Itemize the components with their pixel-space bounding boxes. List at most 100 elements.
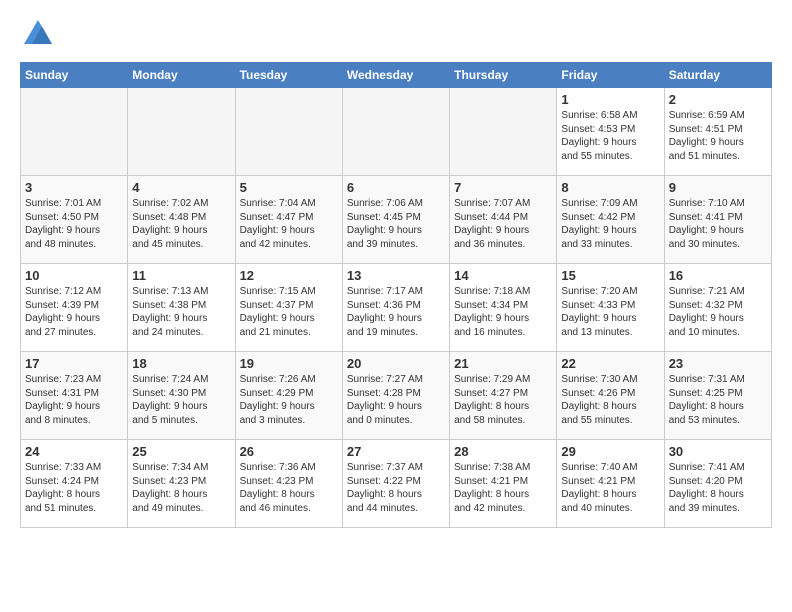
day-number: 17	[25, 356, 123, 371]
day-info: Sunrise: 7:10 AM Sunset: 4:41 PM Dayligh…	[669, 197, 767, 251]
day-cell: 22 Sunrise: 7:30 AM Sunset: 4:26 PM Dayli…	[557, 352, 664, 440]
day-cell: 28 Sunrise: 7:38 AM Sunset: 4:21 PM Dayli…	[450, 440, 557, 528]
day-number: 18	[132, 356, 230, 371]
weekday-sunday: Sunday	[21, 63, 128, 88]
day-cell: 19Sunrise: 7:26 AM Sunset: 4:29 PM Dayli…	[235, 352, 342, 440]
page: SundayMondayTuesdayWednesdayThursdayFrid…	[0, 0, 792, 538]
day-info: Sunrise: 7:13 AM Sunset: 4:38 PM Dayligh…	[132, 285, 230, 339]
day-cell: 3 Sunrise: 7:01 AM Sunset: 4:50 PM Daylig…	[21, 176, 128, 264]
header	[20, 16, 772, 52]
day-cell	[342, 88, 449, 176]
day-cell: 5 Sunrise: 7:04 AM Sunset: 4:47 PM Daylig…	[235, 176, 342, 264]
day-number: 13	[347, 268, 445, 283]
day-cell: 18 Sunrise: 7:24 AM Sunset: 4:30 PM Dayli…	[128, 352, 235, 440]
day-cell	[128, 88, 235, 176]
weekday-header: SundayMondayTuesdayWednesdayThursdayFrid…	[21, 63, 772, 88]
day-info: Sunrise: 7:33 AM Sunset: 4:24 PM Dayligh…	[25, 461, 123, 515]
day-info: Sunrise: 7:31 AM Sunset: 4:25 PM Dayligh…	[669, 373, 767, 427]
day-number: 11	[132, 268, 230, 283]
day-info: Sunrise: 7:18 AM Sunset: 4:34 PM Dayligh…	[454, 285, 552, 339]
day-cell: 16 Sunrise: 7:21 AM Sunset: 4:32 PM Dayli…	[664, 264, 771, 352]
day-cell: 20 Sunrise: 7:27 AM Sunset: 4:28 PM Dayli…	[342, 352, 449, 440]
calendar-body: 1Sunrise: 6:58 AM Sunset: 4:53 PM Daylig…	[21, 88, 772, 528]
day-info: Sunrise: 7:17 AM Sunset: 4:36 PM Dayligh…	[347, 285, 445, 339]
day-cell: 11 Sunrise: 7:13 AM Sunset: 4:38 PM Dayli…	[128, 264, 235, 352]
day-number: 28	[454, 444, 552, 459]
week-row-5: 24 Sunrise: 7:33 AM Sunset: 4:24 PM Dayli…	[21, 440, 772, 528]
day-cell: 30 Sunrise: 7:41 AM Sunset: 4:20 PM Dayli…	[664, 440, 771, 528]
day-cell: 26Sunrise: 7:36 AM Sunset: 4:23 PM Dayli…	[235, 440, 342, 528]
weekday-tuesday: Tuesday	[235, 63, 342, 88]
day-number: 10	[25, 268, 123, 283]
weekday-thursday: Thursday	[450, 63, 557, 88]
day-info: Sunrise: 7:34 AM Sunset: 4:23 PM Dayligh…	[132, 461, 230, 515]
day-info: Sunrise: 7:41 AM Sunset: 4:20 PM Dayligh…	[669, 461, 767, 515]
day-info: Sunrise: 7:06 AM Sunset: 4:45 PM Dayligh…	[347, 197, 445, 251]
day-number: 9	[669, 180, 767, 195]
day-info: Sunrise: 7:01 AM Sunset: 4:50 PM Dayligh…	[25, 197, 123, 251]
day-cell: 23 Sunrise: 7:31 AM Sunset: 4:25 PM Dayli…	[664, 352, 771, 440]
day-info: Sunrise: 7:02 AM Sunset: 4:48 PM Dayligh…	[132, 197, 230, 251]
day-info: Sunrise: 7:12 AM Sunset: 4:39 PM Dayligh…	[25, 285, 123, 339]
day-number: 29	[561, 444, 659, 459]
logo-icon	[20, 16, 56, 52]
day-cell: 14 Sunrise: 7:18 AM Sunset: 4:34 PM Dayli…	[450, 264, 557, 352]
day-number: 2	[669, 92, 767, 107]
day-cell: 6 Sunrise: 7:06 AM Sunset: 4:45 PM Daylig…	[342, 176, 449, 264]
day-number: 21	[454, 356, 552, 371]
day-number: 4	[132, 180, 230, 195]
day-info: Sunrise: 7:07 AM Sunset: 4:44 PM Dayligh…	[454, 197, 552, 251]
day-cell: 9 Sunrise: 7:10 AM Sunset: 4:41 PM Daylig…	[664, 176, 771, 264]
day-number: 30	[669, 444, 767, 459]
day-number: 1	[561, 92, 659, 107]
day-cell: 12 Sunrise: 7:15 AM Sunset: 4:37 PM Dayli…	[235, 264, 342, 352]
day-cell: 27 Sunrise: 7:37 AM Sunset: 4:22 PM Dayli…	[342, 440, 449, 528]
week-row-2: 3 Sunrise: 7:01 AM Sunset: 4:50 PM Daylig…	[21, 176, 772, 264]
day-number: 16	[669, 268, 767, 283]
day-cell: 24 Sunrise: 7:33 AM Sunset: 4:24 PM Dayli…	[21, 440, 128, 528]
day-number: 15	[561, 268, 659, 283]
day-info: Sunrise: 6:59 AM Sunset: 4:51 PM Dayligh…	[669, 109, 767, 163]
day-info: Sunrise: 7:27 AM Sunset: 4:28 PM Dayligh…	[347, 373, 445, 427]
day-number: 25	[132, 444, 230, 459]
day-info: Sunrise: 7:30 AM Sunset: 4:26 PM Dayligh…	[561, 373, 659, 427]
day-number: 23	[669, 356, 767, 371]
day-info: Sunrise: 7:24 AM Sunset: 4:30 PM Dayligh…	[132, 373, 230, 427]
day-cell: 17 Sunrise: 7:23 AM Sunset: 4:31 PM Dayli…	[21, 352, 128, 440]
day-info: Sunrise: 7:38 AM Sunset: 4:21 PM Dayligh…	[454, 461, 552, 515]
day-number: 24	[25, 444, 123, 459]
calendar: SundayMondayTuesdayWednesdayThursdayFrid…	[20, 62, 772, 528]
day-info: Sunrise: 7:26 AM Sunset: 4:29 PM Dayligh…	[240, 373, 338, 427]
day-number: 20	[347, 356, 445, 371]
week-row-3: 10 Sunrise: 7:12 AM Sunset: 4:39 PM Dayli…	[21, 264, 772, 352]
day-cell: 8Sunrise: 7:09 AM Sunset: 4:42 PM Daylig…	[557, 176, 664, 264]
day-cell: 2 Sunrise: 6:59 AM Sunset: 4:51 PM Daylig…	[664, 88, 771, 176]
day-number: 27	[347, 444, 445, 459]
weekday-friday: Friday	[557, 63, 664, 88]
day-info: Sunrise: 7:40 AM Sunset: 4:21 PM Dayligh…	[561, 461, 659, 515]
weekday-wednesday: Wednesday	[342, 63, 449, 88]
day-info: Sunrise: 7:37 AM Sunset: 4:22 PM Dayligh…	[347, 461, 445, 515]
day-info: Sunrise: 7:20 AM Sunset: 4:33 PM Dayligh…	[561, 285, 659, 339]
day-number: 12	[240, 268, 338, 283]
day-info: Sunrise: 7:15 AM Sunset: 4:37 PM Dayligh…	[240, 285, 338, 339]
day-number: 6	[347, 180, 445, 195]
day-number: 22	[561, 356, 659, 371]
day-info: Sunrise: 7:04 AM Sunset: 4:47 PM Dayligh…	[240, 197, 338, 251]
day-cell: 13 Sunrise: 7:17 AM Sunset: 4:36 PM Dayli…	[342, 264, 449, 352]
day-info: Sunrise: 7:09 AM Sunset: 4:42 PM Dayligh…	[561, 197, 659, 251]
day-number: 5	[240, 180, 338, 195]
day-cell: 1Sunrise: 6:58 AM Sunset: 4:53 PM Daylig…	[557, 88, 664, 176]
day-number: 14	[454, 268, 552, 283]
day-info: Sunrise: 7:36 AM Sunset: 4:23 PM Dayligh…	[240, 461, 338, 515]
day-info: Sunrise: 7:23 AM Sunset: 4:31 PM Dayligh…	[25, 373, 123, 427]
logo	[20, 16, 60, 52]
day-info: Sunrise: 7:29 AM Sunset: 4:27 PM Dayligh…	[454, 373, 552, 427]
day-number: 3	[25, 180, 123, 195]
day-cell: 25 Sunrise: 7:34 AM Sunset: 4:23 PM Dayli…	[128, 440, 235, 528]
day-info: Sunrise: 7:21 AM Sunset: 4:32 PM Dayligh…	[669, 285, 767, 339]
day-cell: 21 Sunrise: 7:29 AM Sunset: 4:27 PM Dayli…	[450, 352, 557, 440]
weekday-saturday: Saturday	[664, 63, 771, 88]
day-cell	[450, 88, 557, 176]
day-cell: 29 Sunrise: 7:40 AM Sunset: 4:21 PM Dayli…	[557, 440, 664, 528]
